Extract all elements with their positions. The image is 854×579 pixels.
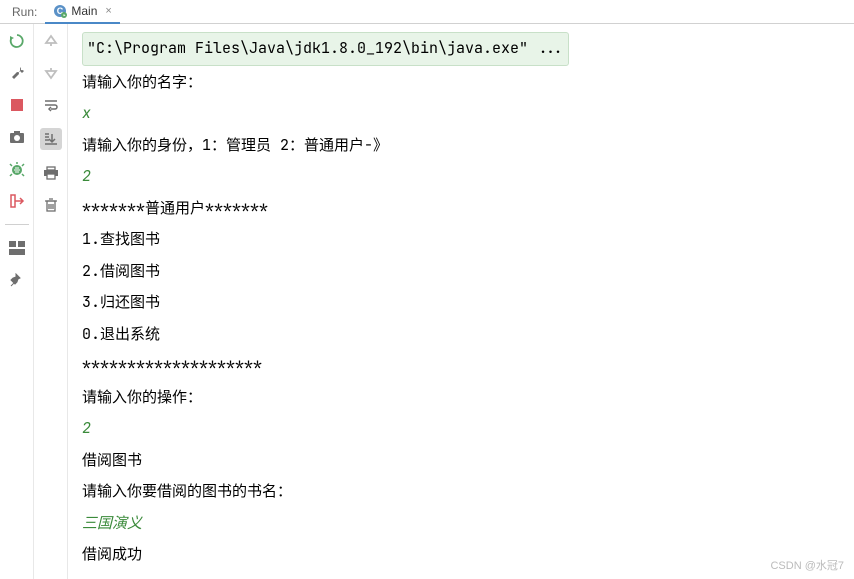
console-line: 借阅图书: [82, 445, 840, 477]
rerun-icon[interactable]: [8, 32, 26, 50]
scroll-to-end-icon[interactable]: [40, 128, 62, 150]
console-line: 2: [82, 413, 840, 445]
trash-icon[interactable]: [42, 196, 60, 214]
console-line: 请输入你要借阅的图书的书名：: [82, 476, 840, 508]
main-area: "C:\Program Files\Java\jdk1.8.0_192\bin\…: [0, 24, 854, 579]
console-line: 三国演义: [82, 508, 840, 540]
console-output[interactable]: "C:\Program Files\Java\jdk1.8.0_192\bin\…: [68, 24, 854, 579]
java-class-icon: C: [53, 4, 67, 18]
exit-icon[interactable]: [8, 192, 26, 210]
run-label: Run:: [4, 5, 45, 19]
console-line: *******普通用户*******: [82, 193, 840, 225]
camera-icon[interactable]: [8, 128, 26, 146]
console-line: x: [82, 98, 840, 130]
pin-icon[interactable]: [8, 271, 26, 289]
console-line: 请输入你的操作：: [82, 382, 840, 414]
down-arrow-icon[interactable]: [42, 64, 60, 82]
console-line: 0.退出系统: [82, 319, 840, 351]
tab-main[interactable]: C Main ×: [45, 0, 119, 24]
close-icon[interactable]: ×: [105, 5, 111, 17]
top-bar: Run: C Main ×: [0, 0, 854, 24]
watermark: CSDN @水冠7: [770, 557, 844, 573]
left-toolbar-console: [34, 24, 68, 579]
print-icon[interactable]: [42, 164, 60, 182]
console-line: 借阅成功: [82, 539, 840, 571]
console-line: 2.借阅图书: [82, 256, 840, 288]
divider: [5, 224, 29, 225]
console-line: 请输入你的名字：: [82, 67, 840, 99]
up-arrow-icon[interactable]: [42, 32, 60, 50]
left-toolbar-run: [0, 24, 34, 579]
console-lines: 请输入你的名字：x请输入你的身份，1：管理员 2：普通用户-》2*******普…: [82, 67, 840, 571]
console-line: 请输入你的身份，1：管理员 2：普通用户-》: [82, 130, 840, 162]
wrench-icon[interactable]: [8, 64, 26, 82]
stop-icon[interactable]: [8, 96, 26, 114]
console-line: 3.归还图书: [82, 287, 840, 319]
console-line: 1.查找图书: [82, 224, 840, 256]
console-line: 2: [82, 161, 840, 193]
tab-label: Main: [71, 4, 97, 18]
layout-icon[interactable]: [8, 239, 26, 257]
soft-wrap-icon[interactable]: [42, 96, 60, 114]
console-line: ********************: [82, 350, 840, 382]
debug-icon[interactable]: [8, 160, 26, 178]
command-line: "C:\Program Files\Java\jdk1.8.0_192\bin\…: [82, 32, 569, 66]
